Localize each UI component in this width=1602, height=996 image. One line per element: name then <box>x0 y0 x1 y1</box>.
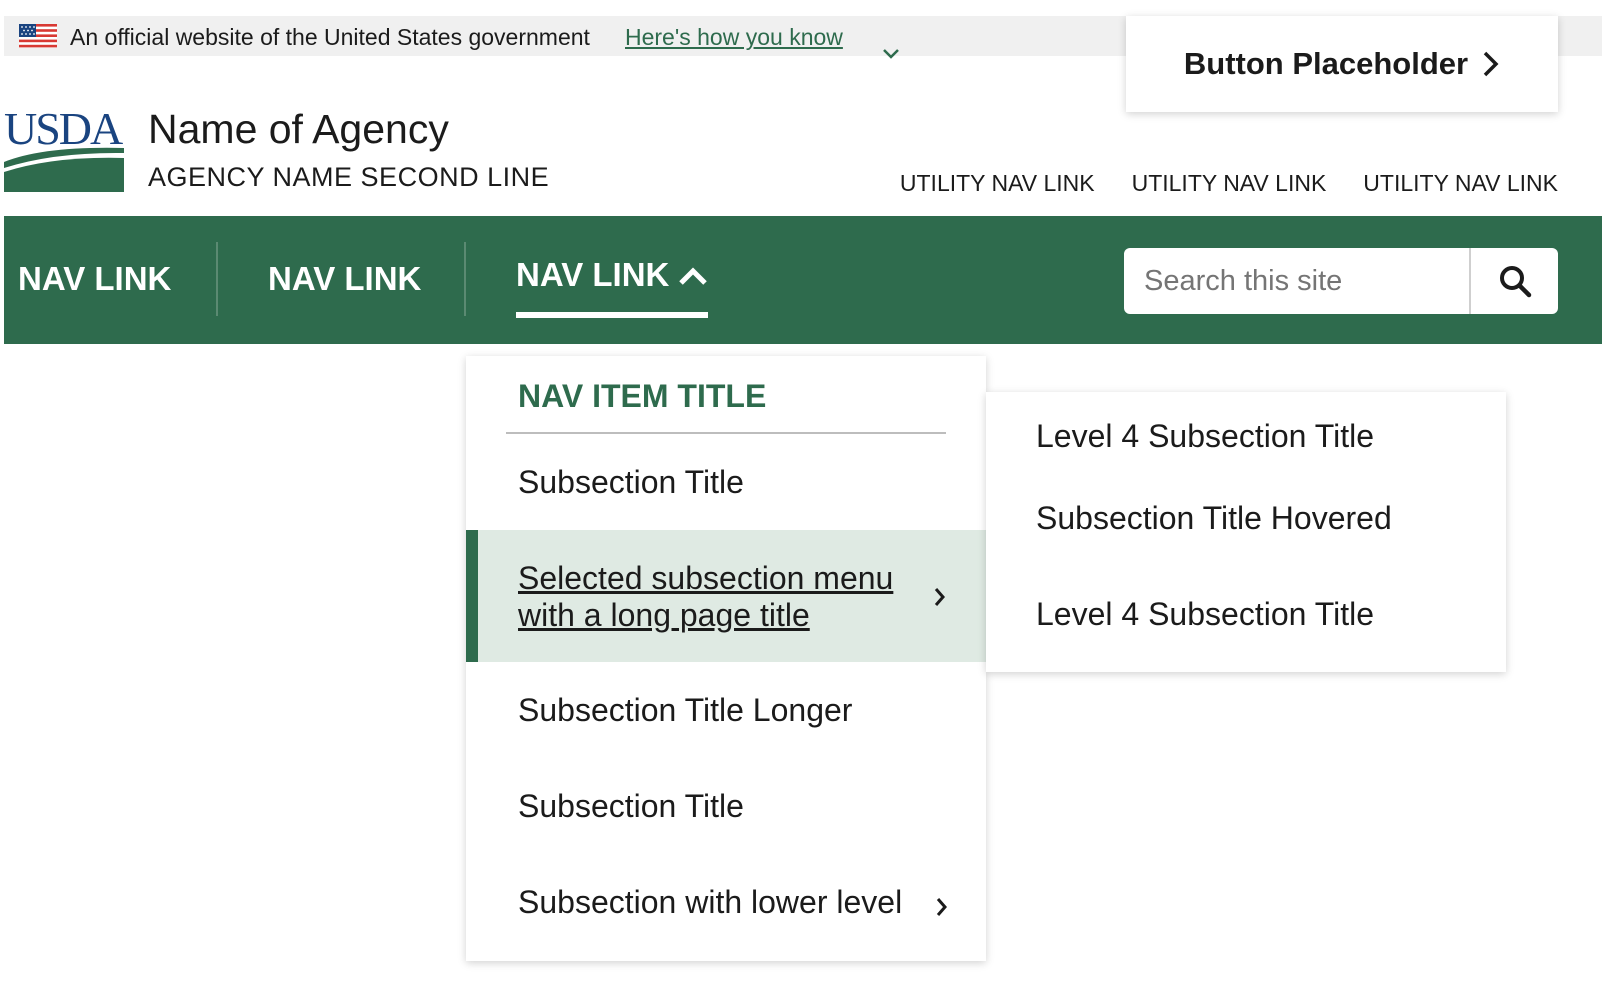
agency-name[interactable]: Name of Agency <box>148 106 449 153</box>
nav-link-1[interactable]: NAV LINK <box>18 260 171 298</box>
button-placeholder[interactable]: Button Placeholder <box>1126 16 1558 112</box>
utility-nav-link[interactable]: UTILITY NAV LINK <box>900 170 1095 197</box>
nav-dropdown-menu: NAV ITEM TITLE Subsection Title Selected… <box>466 356 986 961</box>
nav-link-3-active[interactable]: NAV LINK <box>516 256 669 294</box>
submenu-item-level-4[interactable]: Level 4 Subsection Title <box>1036 418 1374 455</box>
menu-title-divider <box>506 432 946 434</box>
search-input[interactable] <box>1124 248 1469 314</box>
submenu-item-hovered[interactable]: Subsection Title Hovered <box>1036 500 1392 537</box>
utility-nav-link[interactable]: UTILITY NAV LINK <box>1363 170 1558 197</box>
menu-item-subsection-title[interactable]: Subsection Title <box>518 788 744 825</box>
heres-how-you-know-link[interactable]: Here's how you know <box>625 24 843 51</box>
search-icon <box>1499 266 1531 298</box>
usda-logo[interactable]: USDA <box>4 106 124 192</box>
chevron-up-icon[interactable] <box>678 266 708 286</box>
chevron-right-icon[interactable] <box>936 896 948 918</box>
search-button[interactable] <box>1469 248 1558 314</box>
nav-divider <box>464 242 466 316</box>
menu-item-subsection-title-longer[interactable]: Subsection Title Longer <box>518 692 852 729</box>
chevron-down-icon[interactable] <box>882 48 900 60</box>
selected-indicator-bar <box>466 530 478 662</box>
menu-item-subsection-title[interactable]: Subsection Title <box>518 464 744 501</box>
menu-item-selected-label: Selected subsection menu with a long pag… <box>518 560 894 633</box>
us-flag-icon <box>19 24 57 48</box>
agency-name-second-line: AGENCY NAME SECOND LINE <box>148 162 550 192</box>
svg-text:USDA: USDA <box>4 106 123 154</box>
button-placeholder-label: Button Placeholder <box>1183 46 1469 81</box>
submenu-item-level-4[interactable]: Level 4 Subsection Title <box>1036 596 1374 633</box>
utility-nav-link[interactable]: UTILITY NAV LINK <box>1132 170 1327 197</box>
active-nav-indicator <box>516 312 708 318</box>
gov-banner-text: An official website of the United States… <box>70 24 590 50</box>
nav-divider <box>216 242 218 316</box>
chevron-right-icon <box>1483 51 1499 77</box>
nav-item-title[interactable]: NAV ITEM TITLE <box>518 378 766 415</box>
menu-item-selected[interactable]: Selected subsection menu with a long pag… <box>466 530 986 662</box>
level-4-submenu: Level 4 Subsection Title Subsection Titl… <box>986 392 1506 672</box>
utility-nav: UTILITY NAV LINK UTILITY NAV LINK UTILIT… <box>900 170 1558 197</box>
nav-link-2[interactable]: NAV LINK <box>268 260 421 298</box>
chevron-right-icon <box>934 588 945 606</box>
menu-item-subsection-with-lower-level[interactable]: Subsection with lower level <box>518 884 902 921</box>
